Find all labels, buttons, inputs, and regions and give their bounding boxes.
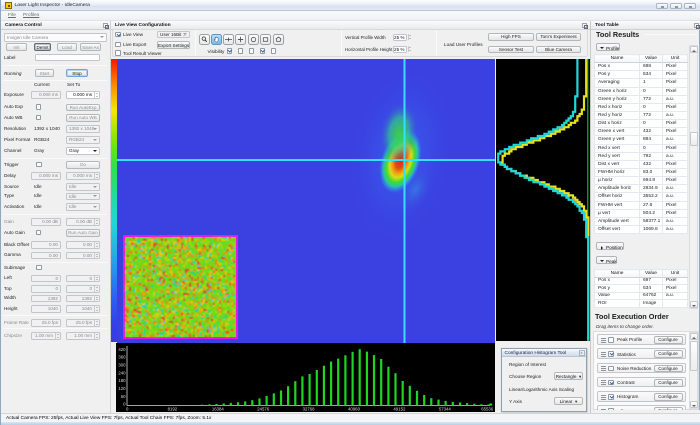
svg-text:49152: 49152 [393,407,406,412]
svg-text:420: 420 [118,347,126,352]
svg-text:16384: 16384 [212,407,225,412]
svg-text:57344: 57344 [439,407,452,412]
svg-text:32768: 32768 [303,407,316,412]
svg-text:60: 60 [121,394,126,399]
svg-text:65536: 65536 [481,407,494,412]
svg-text:120: 120 [118,386,126,391]
svg-text:360: 360 [118,355,126,360]
svg-text:40960: 40960 [348,407,361,412]
svg-text:24576: 24576 [257,407,270,412]
svg-text:300: 300 [118,363,126,368]
svg-text:180: 180 [118,378,126,383]
svg-text:8192: 8192 [168,407,178,412]
svg-text:240: 240 [118,370,126,375]
